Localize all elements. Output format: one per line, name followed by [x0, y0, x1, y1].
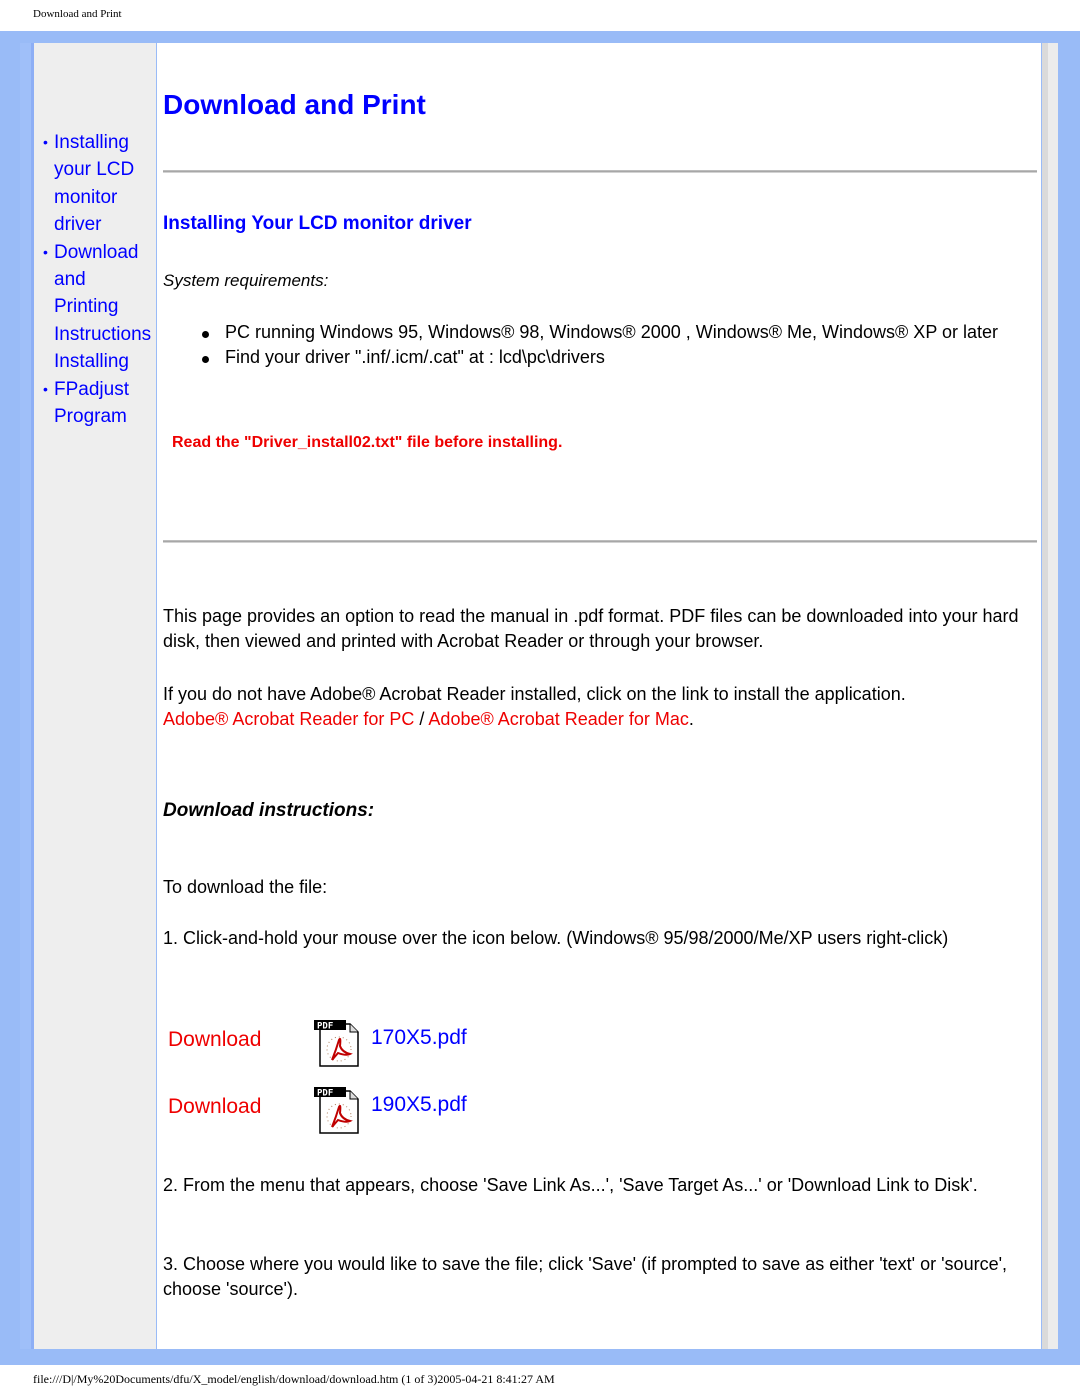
download-instructions-heading: Download instructions:: [163, 800, 375, 821]
pdf-file-link[interactable]: 190X5.pdf: [371, 1093, 467, 1117]
sidebar-item-fpadjust-cont[interactable]: Program: [40, 403, 162, 430]
page-frame: • Installing your LCD monitor driver • D…: [0, 31, 1080, 1365]
system-requirements-label: System requirements:: [163, 271, 329, 290]
sidebar-item-installing-driver[interactable]: • Installing: [40, 129, 162, 156]
sidebar: • Installing your LCD monitor driver • D…: [34, 43, 156, 1349]
trailing-period: .: [688, 708, 694, 729]
acrobat-text: If you do not have Adobe® Acrobat Reader…: [163, 684, 906, 704]
pdf-file-icon[interactable]: PDF: [312, 1016, 364, 1068]
step-1: 1. Click-and-hold your mouse over the ic…: [163, 928, 949, 948]
sidebar-link-line[interactable]: driver: [54, 214, 102, 235]
sidebar-item-download-printing-cont[interactable]: Instructions: [40, 321, 162, 348]
acrobat-mac-link[interactable]: Adobe® Acrobat Reader for Mac: [428, 709, 688, 729]
to-download-text: To download the file:: [163, 877, 328, 897]
sidebar-link-line[interactable]: monitor: [54, 187, 117, 208]
sidebar-item-download-printing[interactable]: • Download: [40, 239, 162, 266]
download-row: Download PDF 170X5.pdf: [167, 1016, 567, 1072]
bullet-icon: •: [43, 243, 48, 260]
intro-paragraph: This page provides an option to read the…: [163, 606, 1019, 651]
bullet-icon: •: [43, 380, 48, 397]
requirement-item: Find your driver ".inf/.icm/.cat" at : l…: [201, 345, 1041, 370]
download-row: Download PDF 190X5.pdf: [167, 1083, 567, 1139]
download-link[interactable]: Download: [168, 1095, 261, 1119]
sidebar-link-line[interactable]: and: [54, 269, 86, 290]
main-content: Download and Print Installing Your LCD m…: [157, 43, 1041, 1349]
step-2: 2. From the menu that appears, choose 'S…: [163, 1175, 978, 1195]
sidebar-item-download-printing-cont[interactable]: and: [40, 266, 162, 293]
sidebar-link-line[interactable]: Installing: [54, 132, 129, 153]
section-title: Installing Your LCD monitor driver: [163, 213, 472, 234]
pdf-file-icon[interactable]: PDF: [312, 1083, 364, 1135]
sidebar-link-line[interactable]: Instructions: [54, 324, 151, 345]
sidebar-link-line[interactable]: Printing: [54, 296, 118, 317]
link-separator: /: [414, 708, 429, 729]
driver-install-warning: Read the "Driver_install02.txt" file bef…: [172, 434, 563, 451]
acrobat-paragraph: If you do not have Adobe® Acrobat Reader…: [163, 682, 1039, 731]
print-header: Download and Print: [33, 8, 122, 20]
sidebar-nav: • Installing your LCD monitor driver • D…: [40, 129, 162, 430]
sidebar-item-fpadjust[interactable]: • FPadjust: [40, 376, 162, 403]
divider: [163, 170, 1037, 173]
sidebar-link-line[interactable]: Program: [54, 406, 127, 427]
pdf-file-link[interactable]: 170X5.pdf: [371, 1026, 467, 1050]
download-link[interactable]: Download: [168, 1028, 261, 1052]
sidebar-item-installing-driver-cont[interactable]: monitor: [40, 184, 162, 211]
requirements-list: PC running Windows 95, Windows® 98, Wind…: [201, 320, 1041, 369]
requirement-item: PC running Windows 95, Windows® 98, Wind…: [201, 320, 1041, 345]
svg-text:PDF: PDF: [317, 1022, 333, 1032]
bullet-icon: •: [43, 134, 48, 150]
sidebar-link-line[interactable]: Download: [54, 242, 139, 263]
sidebar-item-installing-driver-cont[interactable]: your LCD: [40, 156, 162, 183]
sidebar-link-line[interactable]: your LCD: [54, 159, 134, 180]
step-3: 3. Choose where you would like to save t…: [163, 1254, 1008, 1299]
acrobat-pc-link[interactable]: Adobe® Acrobat Reader for PC: [163, 709, 414, 729]
sidebar-item-installing-driver-cont[interactable]: driver: [40, 211, 162, 238]
svg-text:PDF: PDF: [317, 1089, 333, 1099]
sidebar-link-line[interactable]: Installing: [54, 351, 129, 372]
frame-right-strip: [1048, 43, 1058, 1349]
sidebar-item-download-printing-cont[interactable]: Installing: [40, 348, 162, 375]
sidebar-link-line[interactable]: FPadjust: [54, 379, 129, 400]
sidebar-item-download-printing-cont[interactable]: Printing: [40, 293, 162, 320]
divider: [163, 540, 1037, 543]
page-title: Download and Print: [163, 89, 426, 120]
print-footer: file:///D|/My%20Documents/dfu/X_model/en…: [33, 1372, 555, 1386]
